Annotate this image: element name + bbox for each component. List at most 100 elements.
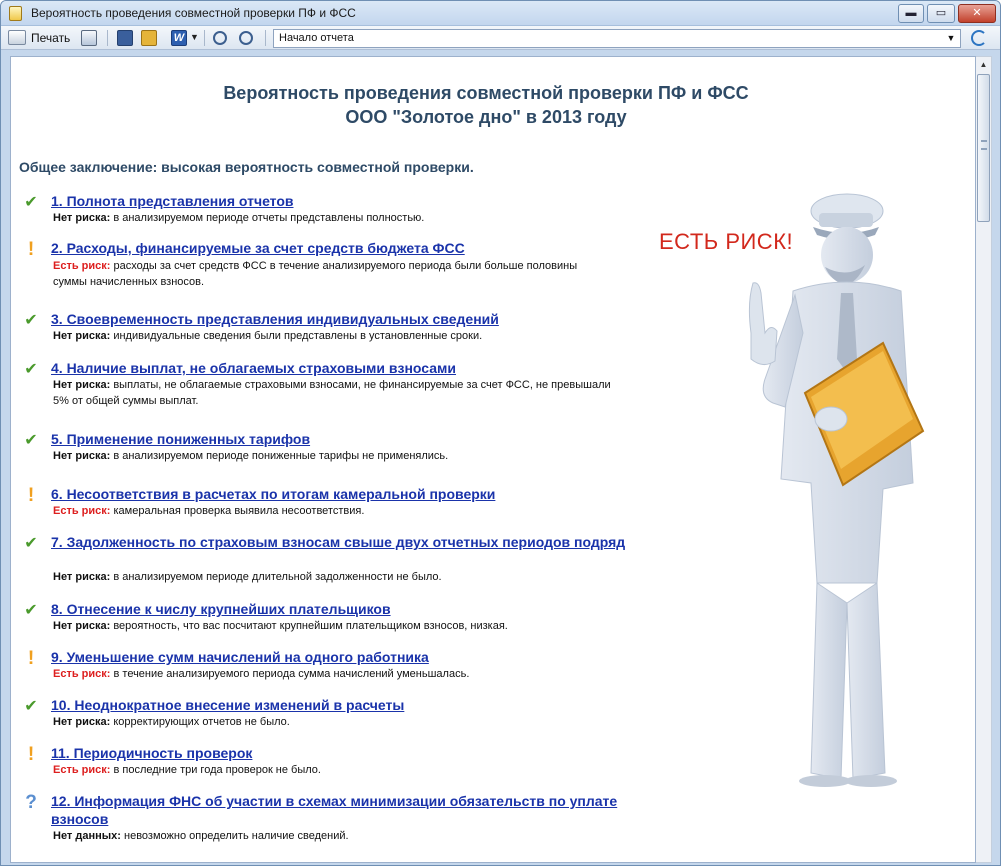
- checkmark-icon: ✔: [24, 432, 38, 449]
- checkmark-icon: ✔: [24, 535, 38, 552]
- risk-item-text: в анализируемом периоде пониженные тариф…: [113, 450, 449, 462]
- risk-status-label: Есть риск: [53, 764, 107, 776]
- risk-item-detail: Нет риска: индивидуальные сведения были …: [53, 328, 613, 344]
- print-preview-icon[interactable]: [81, 30, 97, 46]
- risk-item: ✔ 8. Отнесение к числу крупнейших платель…: [19, 600, 639, 654]
- toolbar: Печать W ▼ Начало отчета ▼: [1, 26, 1000, 50]
- risk-status-label: Нет риска: [53, 716, 107, 728]
- risk-item-link[interactable]: 1. Полнота представления отчетов: [51, 192, 641, 210]
- risk-item: ✔ 3. Своевременность представления индиви…: [19, 310, 639, 364]
- risk-item-text: выплаты, не облагаемые страховыми взноса…: [53, 379, 611, 407]
- checkmark-icon: ✔: [24, 698, 38, 715]
- risk-status-separator: :: [106, 668, 114, 680]
- risk-status-separator: :: [106, 260, 114, 272]
- risk-item-text: в течение анализируемого периода сумма н…: [113, 668, 470, 680]
- save-as-icon[interactable]: [141, 30, 157, 46]
- risk-item-link[interactable]: 2. Расходы, финансируемые за счет средст…: [51, 239, 641, 257]
- risk-item-detail: Нет данных: невозможно определить наличи…: [53, 828, 613, 844]
- risk-status-separator: :: [106, 764, 114, 776]
- risk-status-label: Нет риска: [53, 379, 107, 391]
- risk-item: ! 6. Несоответствия в расчетах по итогам …: [19, 485, 639, 539]
- checkmark-icon: ✔: [24, 361, 38, 378]
- refresh-icon[interactable]: [971, 30, 987, 46]
- report-title-line-1: Вероятность проведения совместной провер…: [223, 83, 749, 103]
- risk-item-text: камеральная проверка выявила несоответст…: [113, 505, 365, 517]
- risk-item-link[interactable]: 12. Информация ФНС об участии в схемах м…: [51, 792, 641, 828]
- risk-item-detail: Есть риск: в последние три года проверок…: [53, 762, 613, 778]
- report-section-select[interactable]: Начало отчета ▼: [273, 29, 961, 48]
- inspector-illustration: [748, 193, 925, 787]
- risk-status-separator: :: [117, 830, 124, 842]
- toolbar-separator: [265, 30, 266, 46]
- printer-icon[interactable]: [8, 30, 26, 45]
- risk-item-text: индивидуальные сведения были представлен…: [113, 330, 483, 342]
- toolbar-separator: [204, 30, 205, 46]
- window-title: Вероятность проведения совместной провер…: [31, 6, 356, 20]
- chevron-down-icon[interactable]: ▼: [190, 32, 199, 42]
- risk-item-link[interactable]: 11. Периодичность проверок: [51, 744, 641, 762]
- vertical-scrollbar[interactable]: ▲: [976, 56, 992, 863]
- risk-item: ! 11. Периодичность проверок Есть риск: в …: [19, 744, 639, 798]
- risk-item-detail: Нет риска: в анализируемом периоде отчет…: [53, 210, 613, 226]
- chevron-down-icon[interactable]: ▼: [944, 31, 958, 46]
- risk-item-text: невозможно определить наличие сведений.: [124, 830, 349, 842]
- risk-item-text: в анализируемом периоде длительной задол…: [113, 571, 442, 583]
- risk-status-label: Нет риска: [53, 620, 107, 632]
- risk-item-text: корректирующих отчетов не было.: [113, 716, 290, 728]
- risk-item-detail: Нет риска: выплаты, не облагаемые страхо…: [53, 377, 613, 409]
- document-icon: [9, 6, 22, 21]
- grip-icon: [981, 140, 987, 150]
- risk-status-label: Есть риск: [53, 260, 107, 272]
- risk-item-link[interactable]: 5. Применение пониженных тарифов: [51, 430, 641, 448]
- exclamation-icon: !: [27, 648, 35, 669]
- exclamation-icon: !: [27, 744, 35, 765]
- question-icon: ?: [25, 792, 37, 813]
- risk-item-link[interactable]: 4. Наличие выплат, не облагаемых страхов…: [51, 359, 641, 377]
- risk-item-detail: Есть риск: в течение анализируемого пери…: [53, 666, 613, 682]
- risk-status-label: Нет риска: [53, 212, 107, 224]
- minimize-button[interactable]: ▬: [898, 4, 924, 23]
- risk-item-detail: Есть риск: расходы за счет средств ФСС в…: [53, 258, 613, 290]
- maximize-button[interactable]: ▭: [927, 4, 955, 23]
- risk-status-label: Есть риск: [53, 668, 107, 680]
- risk-status-label: Нет риска: [53, 450, 107, 462]
- risk-item-text: расходы за счет средств ФСС в течение ан…: [53, 260, 578, 288]
- word-export-icon[interactable]: W: [171, 30, 187, 46]
- exclamation-icon: !: [27, 485, 35, 506]
- exclamation-icon: !: [27, 239, 35, 260]
- risk-item-link[interactable]: 8. Отнесение к числу крупнейших плательщ…: [51, 600, 641, 618]
- title-bar: Вероятность проведения совместной провер…: [1, 1, 1000, 26]
- risk-status-label: Нет данных: [53, 830, 118, 842]
- risk-item-text: в анализируемом периоде отчеты представл…: [113, 212, 425, 224]
- report-content: Вероятность проведения совместной провер…: [10, 56, 976, 863]
- scroll-thumb[interactable]: [977, 74, 990, 222]
- report-title-line-2: ООО "Золотое дно" в 2013 году: [345, 107, 627, 127]
- risk-item: ? 12. Информация ФНС об участии в схемах …: [19, 792, 641, 862]
- risk-item-link[interactable]: 6. Несоответствия в расчетах по итогам к…: [51, 485, 641, 503]
- zoom-in-icon[interactable]: [213, 31, 227, 45]
- risk-item: ✔ 7. Задолженность по страховым взносам с…: [19, 533, 639, 605]
- report-window: Вероятность проведения совместной провер…: [0, 0, 1001, 866]
- checkmark-icon: ✔: [24, 194, 38, 211]
- risk-item-link[interactable]: 7. Задолженность по страховым взносам св…: [51, 533, 641, 551]
- risk-item-detail: Нет риска: корректирующих отчетов не был…: [53, 714, 613, 730]
- risk-item: ✔ 5. Применение пониженных тарифов Нет рис…: [19, 430, 639, 484]
- scroll-up-arrow-icon[interactable]: ▲: [976, 57, 991, 73]
- zoom-out-icon[interactable]: [239, 31, 253, 45]
- risk-item-text: вероятность, что вас посчитают крупнейши…: [113, 620, 508, 632]
- risk-item-detail: Есть риск: камеральная проверка выявила …: [53, 503, 613, 519]
- risk-item-link[interactable]: 3. Своевременность представления индивид…: [51, 310, 641, 328]
- print-button[interactable]: Печать: [31, 29, 70, 47]
- risk-item: ✔ 4. Наличие выплат, не облагаемых страхо…: [19, 359, 639, 413]
- close-button[interactable]: ✕: [958, 4, 996, 23]
- risk-status-label: Нет риска: [53, 330, 107, 342]
- risk-item-link[interactable]: 10. Неоднократное внесение изменений в р…: [51, 696, 641, 714]
- risk-status-label: Есть риск: [53, 505, 107, 517]
- risk-item-detail: Нет риска: в анализируемом периоде пониж…: [53, 448, 613, 464]
- risk-item-link[interactable]: 9. Уменьшение сумм начислений на одного …: [51, 648, 641, 666]
- save-icon[interactable]: [117, 30, 133, 46]
- risk-item-detail: Нет риска: вероятность, что вас посчитаю…: [53, 618, 613, 634]
- risk-item: ! 2. Расходы, финансируемые за счет средс…: [19, 239, 639, 294]
- risk-item: ! 9. Уменьшение сумм начислений на одного…: [19, 648, 639, 702]
- risk-item: ✔ 1. Полнота представления отчетов Нет рис…: [19, 192, 639, 246]
